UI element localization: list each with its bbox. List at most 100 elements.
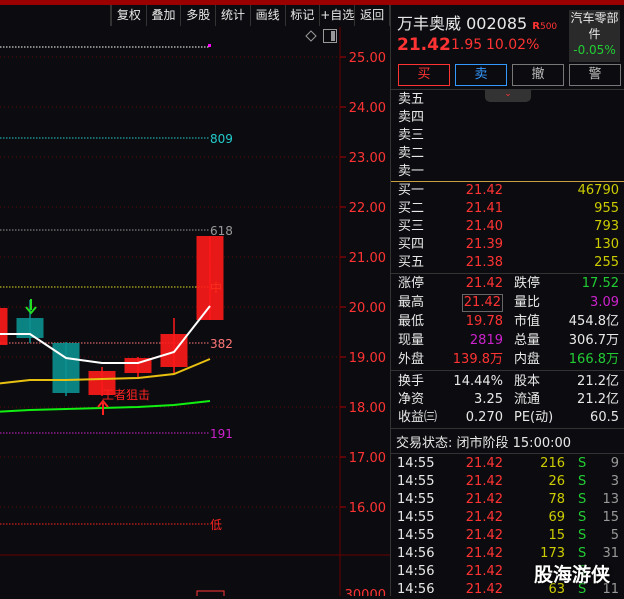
toolbar-button[interactable]: 标记 xyxy=(286,5,321,26)
bid-price: 21.42 xyxy=(465,183,503,198)
tick-time: 14:56 xyxy=(397,582,435,597)
axis-tick-label: 17.00 xyxy=(349,451,386,466)
stat-label: 股本 xyxy=(514,374,541,389)
tick-count: 5 xyxy=(610,528,619,543)
price-change: 1.95 xyxy=(451,37,483,53)
stock-tag2: 500 xyxy=(539,22,558,32)
stock-name: 万丰奥威 xyxy=(397,14,462,33)
stat-label: 现量 xyxy=(398,333,425,348)
panel-toggle-icon-fill xyxy=(331,31,335,41)
tick-price: 21.42 xyxy=(465,582,503,597)
toolbar-button[interactable]: 叠加 xyxy=(147,5,182,26)
stat-label: 内盘 xyxy=(514,352,541,367)
buy-button[interactable]: 买 xyxy=(398,64,450,86)
tick-side: S xyxy=(578,528,587,543)
tick-time: 14:55 xyxy=(397,492,435,507)
toolbar-button[interactable]: 多股 xyxy=(181,5,217,26)
stat-value: 454.8亿 xyxy=(568,314,619,329)
tick-price: 21.42 xyxy=(465,510,503,525)
axis-tick-label: 19.00 xyxy=(349,351,386,366)
bid-row: 买二 21.41 955 xyxy=(391,200,624,218)
tick-row: 14:55 21.42 216 S 9 xyxy=(391,455,624,473)
ask-row: 卖一 xyxy=(391,163,624,181)
stat-value: 21.2亿 xyxy=(577,392,619,407)
bid-price: 21.39 xyxy=(465,237,503,252)
tick-side: S xyxy=(578,456,587,471)
stat-label: 净资 xyxy=(398,392,425,407)
stock-tag: R xyxy=(532,21,540,32)
stat-row: 收益㈢ 0.270 PE(动) 60.5 xyxy=(391,409,624,427)
tick-price: 21.42 xyxy=(465,474,503,489)
stat-label: 量比 xyxy=(514,295,541,310)
stat-label: 总量 xyxy=(514,333,541,348)
bid-price: 21.40 xyxy=(465,219,503,234)
quote-panel: 万丰奥威 002085 R500 21.42 1.95 10.02% 汽车零部件… xyxy=(390,5,624,597)
cancel-order-button[interactable]: 撤 xyxy=(512,64,564,86)
tick-time: 14:56 xyxy=(397,546,435,561)
level-label: 382 xyxy=(210,337,233,351)
toolbar-button[interactable]: 返回 xyxy=(355,5,390,26)
stat-value: 21.2亿 xyxy=(577,374,619,389)
stat-label: PE(动) xyxy=(514,410,554,425)
stat-value: 3.25 xyxy=(474,392,503,407)
kline-chart[interactable]: 25.00 24.00 23.00 22.00 21.00 20.00 19.00 18.00… xyxy=(0,27,390,596)
ask-row: 卖四 xyxy=(391,109,624,127)
sell-button[interactable]: 卖 xyxy=(455,64,507,86)
stat-label: 外盘 xyxy=(398,352,425,367)
bid-label: 买三 xyxy=(398,219,425,234)
toolbar-button[interactable]: 画线 xyxy=(251,5,286,26)
tick-volume: 69 xyxy=(548,510,565,525)
stat-value: 166.8万 xyxy=(568,352,619,367)
stat-row: 现量 2819 总量 306.7万 xyxy=(391,332,624,350)
stat-label: 涨停 xyxy=(398,276,425,291)
stat-value: 19.78 xyxy=(465,314,503,329)
stat-label: 流通 xyxy=(514,392,541,407)
stat-row: 外盘 139.8万 内盘 166.8万 xyxy=(391,351,624,369)
ask-label: 卖二 xyxy=(398,146,425,161)
stat-label: 最低 xyxy=(398,314,425,329)
sell-arrow-icon xyxy=(25,299,37,315)
last-price: 21.42 xyxy=(397,35,451,55)
ask-label: 卖三 xyxy=(398,128,425,143)
bid-volume: 130 xyxy=(594,237,619,252)
bid-price: 21.38 xyxy=(465,255,503,270)
bid-volume: 46790 xyxy=(577,183,619,198)
toolbar-button[interactable]: +自选 xyxy=(320,5,356,26)
stat-row: 涨停 21.42 跌停 17.52 xyxy=(391,275,624,293)
bid-row: 买四 21.39 130 xyxy=(391,236,624,254)
axis-tick-label: 21.00 xyxy=(349,251,386,266)
tick-row: 14:55 21.42 15 S 5 xyxy=(391,527,624,545)
stock-code: 002085 xyxy=(466,14,528,33)
bid-row: 买一 21.42 46790 xyxy=(391,182,624,200)
level-label: 191 xyxy=(210,427,233,441)
tick-time: 14:56 xyxy=(397,564,435,579)
stat-label: 收益㈢ xyxy=(398,410,438,425)
ask-row: 卖三 xyxy=(391,127,624,145)
sector-badge[interactable]: 汽车零部件 -0.05% xyxy=(569,10,620,62)
level-label: 809 xyxy=(210,132,233,146)
tick-time: 14:55 xyxy=(397,528,435,543)
stat-value: 60.5 xyxy=(590,410,619,425)
tick-count: 13 xyxy=(602,492,619,507)
tick-time: 14:55 xyxy=(397,456,435,471)
axis-tick-label: 23.00 xyxy=(349,151,386,166)
tick-price: 21.42 xyxy=(465,564,503,579)
diamond-icon xyxy=(305,30,317,42)
tick-time: 14:55 xyxy=(397,510,435,525)
toolbar-button[interactable]: 复权 xyxy=(112,5,147,26)
sector-pct: -0.05% xyxy=(573,43,616,57)
stat-value: 3.09 xyxy=(590,295,619,310)
toolbar-button[interactable]: 统计 xyxy=(216,5,251,26)
stat-label: 最高 xyxy=(398,295,425,310)
tick-time: 14:55 xyxy=(397,474,435,489)
tick-price: 21.42 xyxy=(465,456,503,471)
bid-label: 买四 xyxy=(398,237,425,252)
tick-volume: 216 xyxy=(540,456,565,471)
stat-value: 139.8万 xyxy=(452,352,503,367)
tick-count: 15 xyxy=(602,510,619,525)
axis-tick-label: 20.00 xyxy=(349,301,386,316)
axis-tick-label: 16.00 xyxy=(349,501,386,516)
alert-button[interactable]: 警 xyxy=(569,64,621,86)
tick-price: 21.42 xyxy=(465,546,503,561)
watermark: 股海游侠 xyxy=(534,564,611,586)
